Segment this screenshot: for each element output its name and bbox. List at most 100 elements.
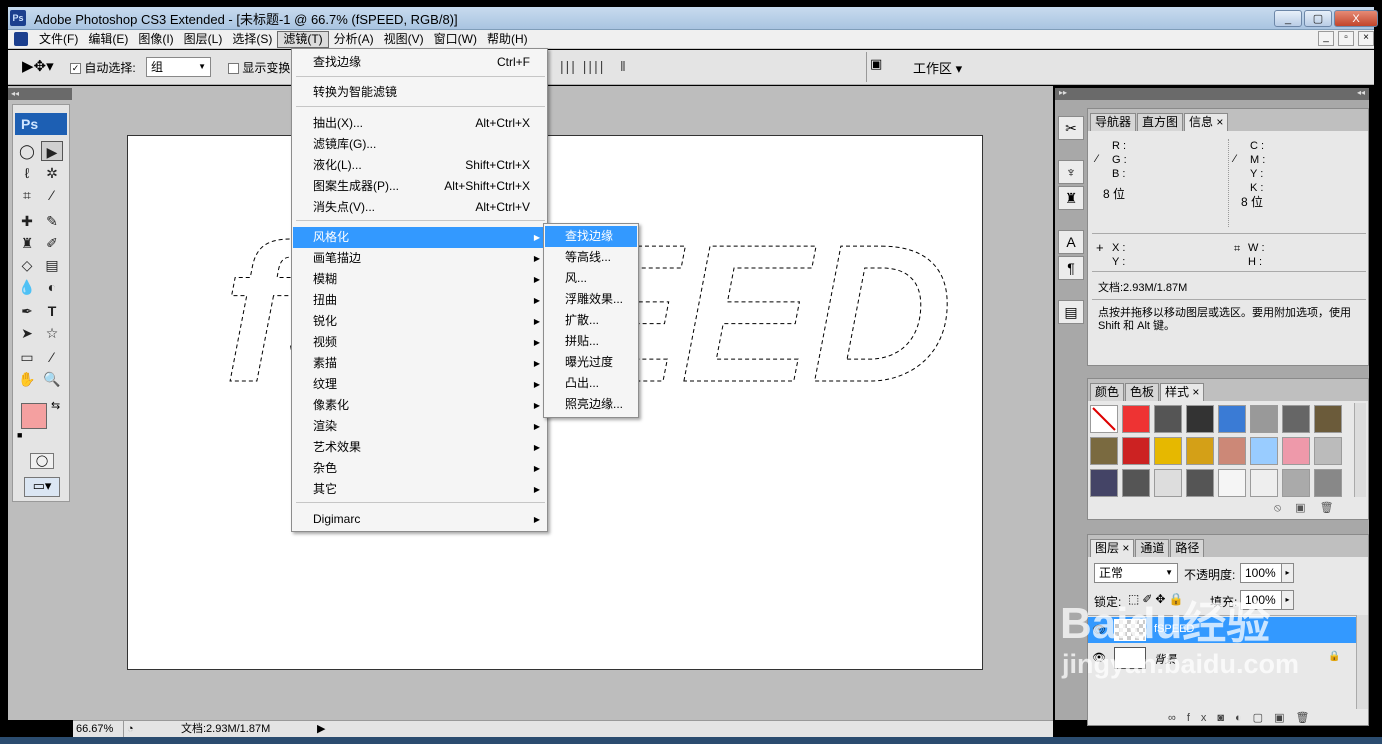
stylize-submenu-item[interactable]: 等高线... [545,247,637,268]
dock-collapse-grip[interactable]: ▸▸ [1055,88,1087,100]
filter-menu-item[interactable]: 图案生成器(P)... Alt+Shift+Ctrl+X [293,176,546,197]
dock-grip[interactable]: ◂◂ [1087,88,1369,100]
auto-select-checkbox[interactable]: ✓ [70,63,81,75]
tab-paths[interactable]: 路径 [1170,539,1205,557]
brush-tool-icon[interactable]: ✎ [41,211,63,231]
hand-tool-icon[interactable]: ✋ [16,369,38,389]
zoom-tool-icon[interactable]: 🔍 [41,369,63,389]
filter-menu-item[interactable]: 查找边缘 Ctrl+F [293,52,546,73]
tab-info[interactable]: 信息 × [1184,113,1229,131]
align-buttons[interactable]: ||| |||| [560,58,605,74]
close-button[interactable]: X [1334,10,1378,27]
filter-menu-item[interactable]: 消失点(V)... Alt+Ctrl+V [293,197,546,218]
tab-color[interactable]: 颜色 [1090,383,1125,401]
tab-swatches[interactable]: 色板 [1125,383,1160,401]
tab-styles[interactable]: 样式 × [1160,383,1205,401]
menu-analysis[interactable]: 分析(A) [329,31,379,48]
workspace-button[interactable]: 工作区 ▾ [913,58,962,77]
filter-menu-item[interactable]: 渲染 ▶ [293,416,546,437]
style-swatch[interactable] [1186,405,1214,433]
style-swatch[interactable] [1154,469,1182,497]
lasso-tool-icon[interactable]: ℓ [16,163,38,183]
foreground-color-swatch[interactable] [21,403,47,429]
move-tool-icon[interactable]: ▶ [41,141,63,161]
tab-channels[interactable]: 通道 [1135,539,1170,557]
swap-colors-icon[interactable]: ⇆ [51,399,60,412]
filter-menu-item[interactable]: 抽出(X)... Alt+Ctrl+X [293,113,546,134]
tools-preset-icon[interactable]: ✂ [1058,116,1084,140]
layers-scrollbar[interactable] [1356,615,1368,709]
zoom-level[interactable]: 66.67% [76,721,124,737]
style-swatch[interactable] [1122,437,1150,465]
style-swatch[interactable] [1122,405,1150,433]
menu-select[interactable]: 选择(S) [227,31,277,48]
filter-menu-item[interactable]: Digimarc ▶ [293,509,546,530]
stylize-submenu-item[interactable]: 拼贴... [545,331,637,352]
filter-menu-item[interactable]: 艺术效果 ▶ [293,437,546,458]
filter-menu-item[interactable]: 风格化 ▶ [293,227,546,248]
style-swatch[interactable] [1154,437,1182,465]
healing-brush-icon[interactable]: ✚ [16,211,38,231]
style-swatch[interactable] [1250,405,1278,433]
stylize-submenu-item[interactable]: 查找边缘 [545,226,637,247]
style-swatch[interactable] [1218,437,1246,465]
filter-menu-item[interactable]: 纹理 ▶ [293,374,546,395]
blend-mode-dropdown[interactable]: 正常 ▼ [1094,563,1178,583]
style-swatch[interactable] [1090,437,1118,465]
slice-tool-icon[interactable]: ⁄ [41,185,63,205]
shape-tool-icon[interactable]: ☆ [41,323,63,343]
menu-layer[interactable]: 图层(L) [179,31,228,48]
style-swatch[interactable] [1314,405,1342,433]
gradient-tool-icon[interactable]: ▤ [41,255,63,275]
style-swatch[interactable] [1090,469,1118,497]
stylize-submenu-item[interactable]: 凸出... [545,373,637,394]
crop-tool-icon[interactable]: ⌗ [16,185,38,205]
status-info-icon[interactable]: ◔ [127,721,134,737]
menu-edit[interactable]: 编辑(E) [83,31,133,48]
tab-histogram[interactable]: 直方图 [1137,113,1184,131]
auto-align-icon[interactable]: ǁ [620,58,626,74]
history-brush-icon[interactable]: ✐ [41,233,63,253]
filter-menu-item[interactable]: 转换为智能滤镜 [293,82,546,103]
path-selection-icon[interactable]: ➤ [16,323,38,343]
quick-mask-icon[interactable]: ◯ [30,453,54,469]
status-menu-arrow-icon[interactable]: ▶ [317,721,325,737]
stylize-submenu-item[interactable]: 风... [545,268,637,289]
marquee-tool-icon[interactable]: ◯ [16,141,38,161]
menu-filter[interactable]: 滤镜(T) [277,30,329,48]
toolbox-grip[interactable]: ◂◂ [8,88,72,100]
minimize-button[interactable]: _ [1274,10,1302,27]
style-none-swatch[interactable] [1090,405,1118,433]
menu-window[interactable]: 窗口(W) [429,31,482,48]
styles-footer-icons[interactable]: ⦸▣🗑 [1274,501,1348,515]
chevron-right-icon[interactable]: ▸ [1281,563,1294,583]
filter-menu-item[interactable]: 视频 ▶ [293,332,546,353]
filter-menu-item[interactable]: 其它 ▶ [293,479,546,500]
pen-tool-icon[interactable]: ✒ [16,301,38,321]
show-transform-option[interactable]: 显示变换 [228,59,290,76]
stylize-submenu-item[interactable]: 浮雕效果... [545,289,637,310]
filter-menu-item[interactable]: 扭曲 ▶ [293,290,546,311]
style-swatch[interactable] [1250,469,1278,497]
style-swatch[interactable] [1314,469,1342,497]
style-swatch[interactable] [1218,405,1246,433]
filter-menu-item[interactable]: 模糊 ▶ [293,269,546,290]
filter-menu-item[interactable]: 素描 ▶ [293,353,546,374]
clone-stamp-icon[interactable]: ♜ [16,233,38,253]
brushes-icon[interactable]: ♆ [1058,160,1084,184]
style-swatch[interactable] [1186,437,1214,465]
tab-layers[interactable]: 图层 × [1090,539,1135,557]
doc-restore-button[interactable]: ▫ [1338,31,1354,46]
opacity-field[interactable]: 100% ▸ [1240,563,1294,583]
blur-tool-icon[interactable]: 💧 [16,277,38,297]
character-panel-icon[interactable]: A [1058,230,1084,254]
type-tool-icon[interactable]: T [41,301,63,321]
dodge-tool-icon[interactable]: ◐ [41,277,63,297]
layer-comps-icon[interactable]: ▤ [1058,300,1084,324]
style-swatch[interactable] [1122,469,1150,497]
auto-select-dropdown[interactable]: 组 ▼ [146,57,211,77]
style-swatch[interactable] [1282,437,1310,465]
style-swatch[interactable] [1218,469,1246,497]
filter-menu-item[interactable]: 滤镜库(G)... [293,134,546,155]
filter-menu-item[interactable]: 液化(L)... Shift+Ctrl+X [293,155,546,176]
